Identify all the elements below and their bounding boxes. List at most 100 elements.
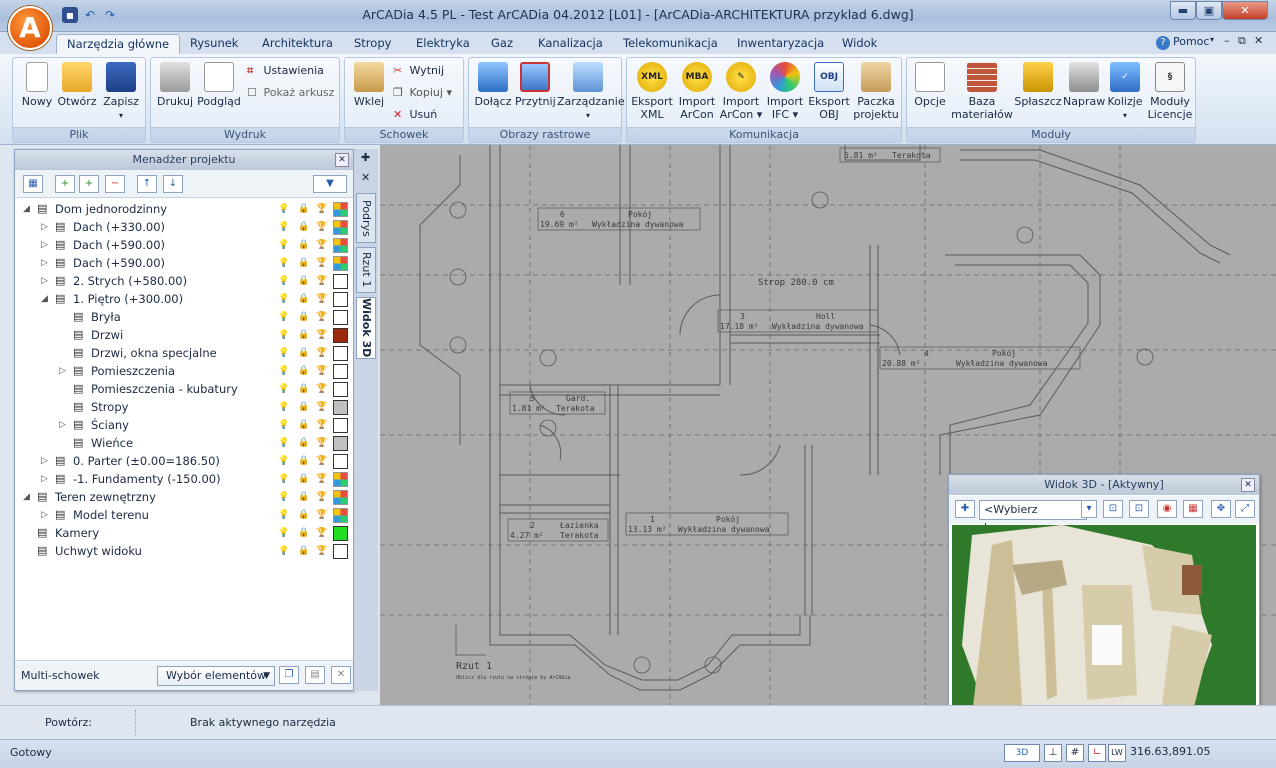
expand-chevron-icon[interactable]: ▷ [41, 272, 53, 290]
color-swatch[interactable] [333, 454, 348, 469]
color-swatch[interactable] [333, 238, 348, 253]
lock-icon[interactable]: 🔒 [297, 526, 311, 540]
expand-chevron-icon[interactable]: ◢ [23, 200, 35, 218]
status-snap-icon[interactable]: ⊥ [1044, 744, 1062, 762]
copy-clip-icon[interactable]: ❐ [279, 666, 299, 684]
import-arcon-mba-button[interactable]: MBA Import ArCon [675, 62, 719, 121]
view3d-close-icon[interactable]: ✕ [1241, 478, 1255, 492]
help-button[interactable]: Pomoc [1173, 35, 1209, 48]
print-cup-icon[interactable]: 🏆 [315, 256, 329, 270]
maximize-button[interactable]: ▣ [1196, 1, 1222, 20]
tree-item[interactable]: ▷ ▤ Dach (+590.00) 💡 🔒 🏆 [19, 236, 349, 254]
wall-texture-icon[interactable]: ▦ [1183, 500, 1203, 518]
color-swatch[interactable] [333, 274, 348, 289]
view-3d-render[interactable] [952, 525, 1256, 727]
paste-clip-icon[interactable]: ▤ [305, 666, 325, 684]
tab-telekomunikacja[interactable]: Telekomunikacja [613, 34, 728, 54]
visibility-bulb-icon[interactable]: 💡 [277, 202, 291, 216]
expand-chevron-icon[interactable]: ▷ [41, 236, 53, 254]
add-level-icon[interactable]: + [55, 175, 75, 193]
minimize-button[interactable]: ▬ [1170, 1, 1196, 20]
color-swatch[interactable] [333, 526, 348, 541]
visibility-bulb-icon[interactable]: 💡 [277, 346, 291, 360]
print-cup-icon[interactable]: 🏆 [315, 490, 329, 504]
visibility-bulb-icon[interactable]: 💡 [277, 544, 291, 558]
nowy-button[interactable]: Nowy [19, 62, 55, 108]
visibility-bulb-icon[interactable]: 💡 [277, 418, 291, 432]
color-swatch[interactable] [333, 508, 348, 523]
lock-icon[interactable]: 🔒 [297, 274, 311, 288]
close-button[interactable]: ✕ [1222, 1, 1268, 20]
color-swatch[interactable] [333, 400, 348, 415]
wytnij-button[interactable]: ✂ Wytnij [393, 62, 444, 80]
expand-chevron-icon[interactable]: ▷ [41, 470, 53, 488]
tab-stropy[interactable]: Stropy [344, 34, 401, 54]
camera-dropdown-icon[interactable]: ▾ [1081, 500, 1097, 518]
lock-icon[interactable]: 🔒 [297, 400, 311, 414]
status-ortho-icon[interactable]: ∟ [1088, 744, 1106, 762]
print-cup-icon[interactable]: 🏆 [315, 328, 329, 342]
visibility-bulb-icon[interactable]: 💡 [277, 274, 291, 288]
expand-chevron-icon[interactable]: ◢ [23, 488, 35, 506]
color-swatch[interactable] [333, 292, 348, 307]
color-swatch[interactable] [333, 328, 348, 343]
lock-icon[interactable]: 🔒 [297, 328, 311, 342]
print-cup-icon[interactable]: 🏆 [315, 472, 329, 486]
tree-item[interactable]: ▤ Uchwyt widoku 💡 🔒 🏆 [19, 542, 349, 560]
lock-icon[interactable]: 🔒 [297, 472, 311, 486]
tree-item[interactable]: ▷ ▤ -1. Fundamenty (-150.00) 💡 🔒 🏆 [19, 470, 349, 488]
kolizje-chevron-icon[interactable]: ▾ [1123, 111, 1127, 120]
print-cup-icon[interactable]: 🏆 [315, 346, 329, 360]
print-cup-icon[interactable]: 🏆 [315, 310, 329, 324]
panel-close-icon[interactable]: ✕ [335, 153, 349, 167]
visibility-bulb-icon[interactable]: 💡 [277, 328, 291, 342]
view-mode-1-icon[interactable]: ⊡ [1103, 500, 1123, 518]
color-swatch[interactable] [333, 418, 348, 433]
lock-icon[interactable]: 🔒 [297, 454, 311, 468]
select-elements-dropdown[interactable]: Wybór elementów ▼ [157, 666, 275, 686]
print-cup-icon[interactable]: 🏆 [315, 436, 329, 450]
print-cup-icon[interactable]: 🏆 [315, 238, 329, 252]
tab-kanalizacja[interactable]: Kanalizacja [528, 34, 613, 54]
expand-chevron-icon[interactable]: ▷ [41, 452, 53, 470]
navigate-icon[interactable]: ✥ [1211, 500, 1231, 518]
print-cup-icon[interactable]: 🏆 [315, 400, 329, 414]
color-swatch[interactable] [333, 256, 348, 271]
baza-materialow-button[interactable]: Baza materiałów [951, 62, 1013, 121]
podglad-button[interactable]: Podgląd [197, 62, 241, 108]
expand-chevron-icon[interactable]: ▷ [41, 254, 53, 272]
tree-item[interactable]: ▤ Kamery 💡 🔒 🏆 [19, 524, 349, 542]
color-swatch[interactable] [333, 472, 348, 487]
tree-item[interactable]: ◢ ▤ Teren zewnętrzny 💡 🔒 🏆 [19, 488, 349, 506]
lock-icon[interactable]: 🔒 [297, 490, 311, 504]
visibility-bulb-icon[interactable]: 💡 [277, 256, 291, 270]
filter-dropdown-icon[interactable]: ▼ [313, 175, 347, 193]
tree-item[interactable]: ▷ ▤ Dach (+590.00) 💡 🔒 🏆 [19, 254, 349, 272]
tab-widok[interactable]: Widok [832, 34, 887, 54]
print-cup-icon[interactable]: 🏆 [315, 382, 329, 396]
print-cup-icon[interactable]: 🏆 [315, 544, 329, 558]
color-swatch[interactable] [333, 436, 348, 451]
tree-item[interactable]: ▷ ▤ Pomieszczenia 💡 🔒 🏆 [19, 362, 349, 380]
print-cup-icon[interactable]: 🏆 [315, 508, 329, 522]
eksport-obj-button[interactable]: OBJ Eksport OBJ [807, 62, 851, 121]
paczka-projektu-button[interactable]: Paczka projektu [851, 62, 901, 121]
tree-item[interactable]: ▤ Wieńce 💡 🔒 🏆 [19, 434, 349, 452]
tree-item[interactable]: ▷ ▤ Model terenu 💡 🔒 🏆 [19, 506, 349, 524]
expand-chevron-icon[interactable]: ▷ [59, 362, 71, 380]
import-ifc-button[interactable]: Import IFC ▾ [763, 62, 807, 121]
add-camera-icon[interactable]: ✚ [955, 500, 975, 518]
kolizje-button[interactable]: ✓ Kolizje ▾ [1105, 62, 1145, 122]
print-cup-icon[interactable]: 🏆 [315, 292, 329, 306]
ribbon-minimize-icon[interactable]: – [1224, 34, 1230, 47]
color-swatch[interactable] [333, 310, 348, 325]
zarzadzanie-button[interactable]: Zarządzanie ▾ [557, 62, 625, 122]
print-cup-icon[interactable]: 🏆 [315, 526, 329, 540]
otworz-button[interactable]: Otwórz [57, 62, 97, 108]
project-properties-icon[interactable]: ▦ [23, 175, 43, 193]
przytnij-button[interactable]: Przytnij [515, 62, 556, 108]
zapisz-chevron-icon[interactable]: ▾ [119, 111, 123, 120]
color-swatch[interactable] [333, 382, 348, 397]
tree-item[interactable]: ▷ ▤ 2. Strych (+580.00) 💡 🔒 🏆 [19, 272, 349, 290]
tree-item[interactable]: ▤ Drzwi, okna specjalne 💡 🔒 🏆 [19, 344, 349, 362]
